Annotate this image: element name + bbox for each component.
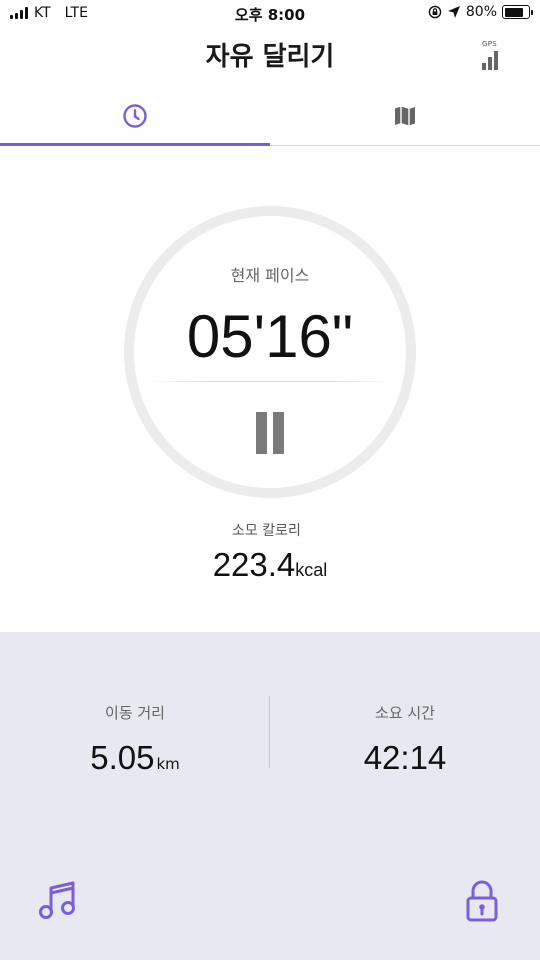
duration-value-row: 42:14: [270, 739, 540, 777]
lock-icon: [466, 880, 498, 922]
calories-row: 223.4kcal: [0, 546, 540, 584]
calories-label: 소모 칼로리: [232, 523, 301, 539]
status-right: 80%: [428, 4, 533, 20]
gps-label: GPS: [482, 40, 497, 48]
tab-pace[interactable]: [0, 86, 270, 146]
tab-bar: [0, 86, 540, 146]
distance-stat: 이동 거리 5.05 km: [0, 702, 270, 777]
distance-unit: km: [156, 755, 180, 773]
pause-button[interactable]: [250, 408, 290, 456]
distance-value-row: 5.05 km: [0, 739, 270, 777]
distance-label: 이동 거리: [105, 704, 165, 722]
gps-bars: [482, 51, 498, 70]
duration-label: 소요 시간: [375, 704, 435, 722]
stats-panel: 이동 거리 5.05 km 소요 시간 42:14: [0, 632, 540, 960]
duration-stat: 소요 시간 42:14: [270, 702, 540, 777]
duration-value: 42:14: [363, 739, 447, 776]
distance-value: 5.05: [90, 739, 155, 776]
status-bar: KT LTE 오후 8:00 80%: [0, 0, 540, 28]
location-arrow-icon: [447, 6, 460, 18]
orientation-lock-icon: [428, 5, 442, 19]
gps-signal-icon[interactable]: GPS: [480, 40, 504, 70]
pause-icon-bar: [273, 412, 284, 454]
tab-map[interactable]: [270, 86, 540, 145]
music-button[interactable]: [38, 880, 78, 924]
pace-value: 05'16": [186, 303, 354, 370]
pace-label: 현재 페이스: [230, 266, 310, 285]
header: 자유 달리기 GPS: [0, 28, 540, 80]
map-icon: [395, 106, 415, 125]
clock-icon: [123, 103, 147, 128]
battery-percent: 80%: [465, 4, 497, 20]
page-title: 자유 달리기: [205, 42, 335, 72]
pause-icon: [256, 412, 267, 454]
battery-icon: [502, 5, 533, 19]
music-note-icon: [39, 881, 75, 919]
calories-unit: kcal: [295, 560, 328, 580]
calories-value: 223.4: [212, 546, 296, 583]
pace-divider: [150, 381, 390, 382]
lock-button[interactable]: [464, 880, 500, 924]
battery-fill: [504, 7, 523, 17]
